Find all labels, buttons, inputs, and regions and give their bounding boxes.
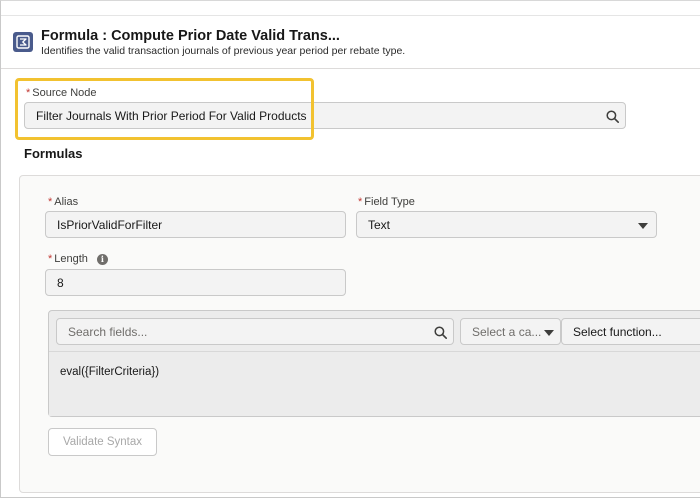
field-type-select[interactable]: Text [356,211,657,238]
source-node-highlight [15,78,314,140]
chevron-down-icon [544,330,554,336]
required-mark: * [48,253,53,265]
length-label-text: Length [54,253,88,265]
header-divider [1,68,700,69]
page-subtitle: Identifies the valid transaction journal… [41,45,406,57]
length-value: 8 [57,275,64,290]
field-type-value: Text [368,217,391,232]
info-icon[interactable]: i [96,253,108,265]
validate-syntax-button[interactable]: Validate Syntax [48,428,157,456]
formula-icon [13,32,33,52]
field-type-label: * Field Type [358,196,415,208]
function-placeholder: Select function... [573,324,662,339]
search-fields-placeholder: Search fields... [68,324,148,339]
formulas-heading: Formulas [24,146,83,161]
length-label: * Length i [48,253,108,265]
alias-input[interactable]: IsPriorValidForFilter [45,211,346,238]
category-select[interactable]: Select a ca... [460,318,561,345]
panel-header: Formula : Compute Prior Date Valid Trans… [1,16,700,68]
chevron-down-icon [638,223,648,229]
formula-panel: Formula : Compute Prior Date Valid Trans… [0,0,700,498]
required-mark: * [358,196,363,208]
required-mark: * [48,196,53,208]
search-fields-input[interactable]: Search fields... [56,318,454,345]
search-icon[interactable] [434,326,447,339]
category-placeholder: Select a ca... [472,324,542,339]
alias-label-text: Alias [54,196,79,208]
alias-value: IsPriorValidForFilter [57,217,163,232]
function-select[interactable]: Select function... [561,318,700,345]
page-title: Formula : Compute Prior Date Valid Trans… [41,28,340,44]
length-input[interactable]: 8 [45,269,346,296]
field-type-label-text: Field Type [364,196,415,208]
alias-label: * Alias [48,196,78,208]
search-icon[interactable] [606,110,619,123]
formula-expression: eval({FilterCriteria}) [60,366,160,378]
formula-expression-editor[interactable]: eval({FilterCriteria}) [49,351,700,416]
